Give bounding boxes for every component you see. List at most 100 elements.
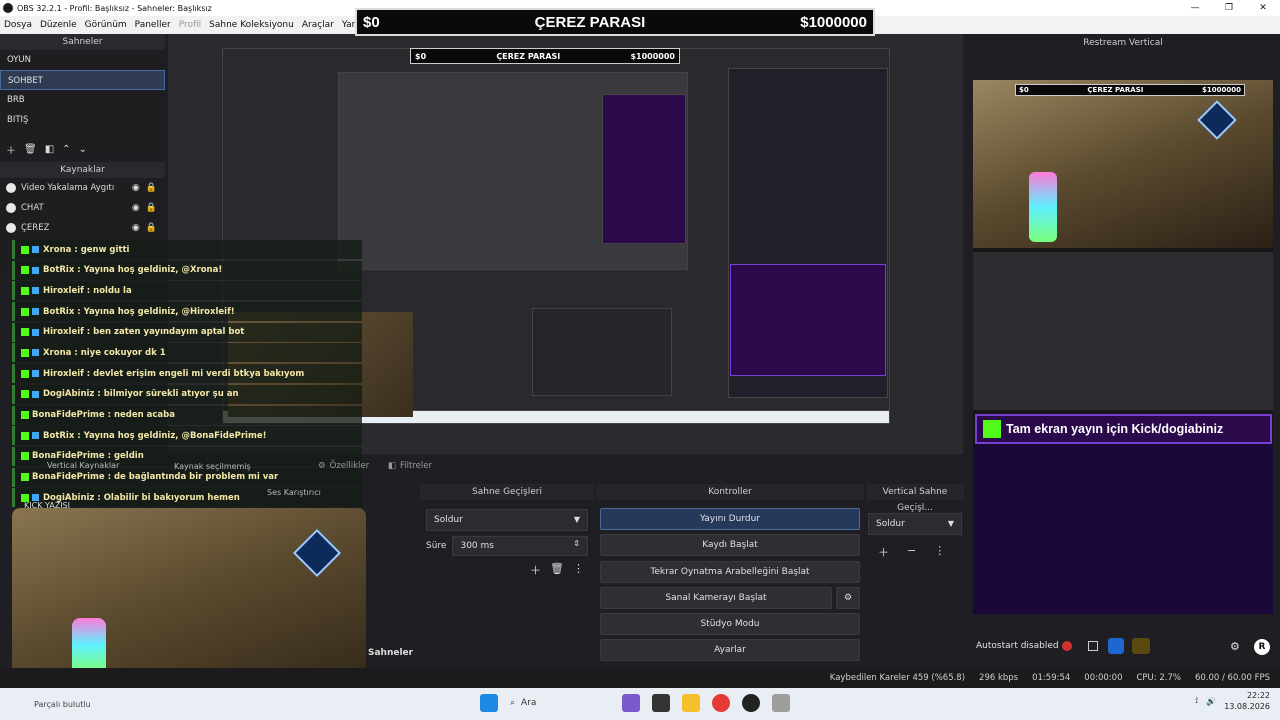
chat-text: BonaFidePrime : geldin	[32, 451, 144, 462]
controls-dock: Kontroller Yayını Durdur Kaydı Başlat Te…	[596, 484, 864, 664]
add-scene-icon[interactable]: ＋	[6, 142, 16, 157]
chat-message: Hiroxleif : ben zaten yayındayım aptal b…	[12, 322, 362, 342]
record-time: 00:00:00	[1084, 673, 1123, 683]
scene-item-oyun[interactable]: OYUN	[0, 50, 165, 70]
lock-icon[interactable]: 🔒	[146, 203, 157, 213]
visibility-eye-icon[interactable]: ◉	[132, 223, 140, 233]
add-vertical-transition-icon[interactable]: ＋	[878, 544, 889, 560]
chat-message: BotRix : Yayına hoş geldiniz, @Hiroxleif…	[12, 302, 362, 322]
move-down-icon[interactable]: ⌄	[79, 144, 87, 155]
stepper-icon[interactable]: ⇕	[573, 539, 580, 548]
transition-select[interactable]: Soldur ▼	[426, 509, 588, 531]
chevron-down-icon: ▼	[947, 519, 954, 528]
nested-overlay-center: ÇEREZ PARASI	[496, 51, 561, 61]
menu-sahne-koleksiyonu[interactable]: Sahne Koleksiyonu	[205, 20, 298, 30]
chat-message: BonaFidePrime : neden acaba	[12, 405, 362, 425]
menu-duzenle[interactable]: Düzenle	[36, 20, 81, 30]
minimize-button[interactable]: —	[1178, 3, 1212, 13]
vertical-title: Restream Vertical	[1083, 38, 1163, 48]
dropped-frames: Kaybedilen Kareler 459 (%65.8)	[829, 673, 966, 683]
lock-icon[interactable]: 🔒	[146, 183, 157, 193]
settings-button[interactable]: Ayarlar	[600, 639, 860, 662]
chat-text: BotRix : Yayına hoş geldiniz, @Hiroxleif…	[43, 306, 235, 317]
obs-window: OBS 32.2.1 - Profil: Başlıksız - Sahnele…	[0, 0, 1280, 720]
task-view-icon[interactable]	[652, 694, 670, 712]
remove-vertical-transition-icon[interactable]: −	[907, 544, 916, 560]
stop-stream-button[interactable]: Yayını Durdur	[600, 508, 860, 530]
clock[interactable]: 22:22 13.08.2026	[1224, 690, 1270, 712]
vertical-transition-selected: Soldur	[876, 519, 905, 529]
remove-scene-icon[interactable]: 🗑	[24, 144, 37, 155]
lock-icon[interactable]: 🔒	[146, 223, 157, 233]
remove-transition-icon[interactable]: 🗑	[550, 562, 564, 578]
folder-icon[interactable]	[1132, 638, 1150, 654]
network-icon[interactable]: ⟟	[1195, 696, 1198, 706]
camera-icon	[6, 183, 16, 193]
scene-item-brb[interactable]: BRB	[0, 90, 165, 110]
scene-item-bitis[interactable]: BITIŞ	[0, 110, 165, 130]
obs-taskbar-icon[interactable]	[742, 694, 760, 712]
scene-item-sohbet[interactable]: SOHBET	[0, 70, 165, 90]
menu-araclar[interactable]: Araçlar	[298, 20, 338, 30]
start-virtual-camera-button[interactable]: Sanal Kamerayı Başlat	[600, 586, 832, 609]
add-transition-icon[interactable]: ＋	[530, 562, 541, 578]
controls-title: Kontroller	[596, 484, 864, 500]
more-options-icon[interactable]: ⋮	[934, 544, 945, 560]
visibility-eye-icon[interactable]: ◉	[132, 203, 140, 213]
file-explorer-icon[interactable]	[682, 694, 700, 712]
nested-vertical-preview	[602, 94, 686, 244]
vertical-transitions-title: Vertical Sahne Geçişl...	[866, 484, 964, 513]
stop-icon[interactable]	[1088, 641, 1098, 651]
gear-icon: ⚙	[318, 461, 326, 471]
nested-overlay-left: $0	[415, 51, 427, 61]
scene-filters-icon[interactable]: ◧	[45, 144, 54, 155]
vertical-overlay-right: $1000000	[1202, 86, 1241, 94]
cpu-usage: CPU: 2.7%	[1136, 673, 1181, 683]
menu-paneller[interactable]: Paneller	[131, 20, 175, 30]
move-up-icon[interactable]: ⌃	[62, 144, 70, 155]
maximize-button[interactable]: ❐	[1212, 3, 1246, 13]
transition-selected: Soldur	[434, 515, 463, 525]
menu-gorunum[interactable]: Görünüm	[81, 20, 131, 30]
volume-icon[interactable]: 🔊	[1206, 697, 1216, 706]
bot-badge-icon	[32, 266, 39, 274]
kick-badge-icon	[21, 431, 29, 440]
taskbar-search[interactable]: ⌕ Ara	[510, 698, 610, 708]
duration-input[interactable]: 300 ms ⇕	[452, 536, 588, 556]
more-options-icon[interactable]: ⋮	[573, 562, 584, 578]
kick-badge-icon	[21, 266, 29, 275]
dogiabiniz-logo	[292, 528, 342, 578]
menu-profil[interactable]: Profil	[175, 20, 205, 30]
chat-text: BonaFidePrime : de bağlantında bir probl…	[32, 472, 279, 483]
studio-mode-button[interactable]: Stüdyo Modu	[600, 613, 860, 636]
start-replay-buffer-button[interactable]: Tekrar Oynatma Arabelleğini Başlat	[600, 560, 860, 583]
close-button[interactable]: ✕	[1246, 3, 1280, 13]
widgets-icon[interactable]	[622, 694, 640, 712]
restream-icon[interactable]	[1108, 638, 1124, 654]
menu-dosya[interactable]: Dosya	[0, 20, 36, 30]
chat-text: Xrona : genw gitti	[43, 244, 130, 255]
chrome-icon[interactable]	[712, 694, 730, 712]
properties-button[interactable]: ⚙ Özellikler	[318, 461, 369, 471]
kick-badge-icon	[21, 245, 29, 254]
record-icon[interactable]	[1062, 641, 1072, 651]
app-icon[interactable]	[772, 694, 790, 712]
windows-start-icon[interactable]	[480, 694, 498, 712]
virtual-camera-settings-icon[interactable]: ⚙	[836, 586, 860, 609]
source-item[interactable]: ÇEREZ ◉ 🔒	[0, 218, 165, 238]
visibility-eye-icon[interactable]: ◉	[132, 183, 140, 193]
browser-source-icon	[6, 203, 16, 213]
r-button[interactable]: R	[1254, 639, 1270, 655]
vertical-transition-select[interactable]: Soldur ▼	[868, 513, 962, 535]
filters-button[interactable]: ◧ Filtreler	[388, 461, 432, 471]
chat-message: Xrona : niye cokuyor dk 1	[12, 343, 362, 363]
vertical-preview[interactable]: $0 ÇEREZ PARASI $1000000	[973, 80, 1273, 614]
settings-gear-icon[interactable]: ⚙	[1230, 640, 1240, 653]
kick-banner-text: Tam ekran yayın için Kick/dogiabiniz	[1006, 422, 1224, 436]
chat-text: DogiAbiniz : bilmiyor sürekli atıyor şu …	[43, 389, 239, 400]
source-item[interactable]: Video Yakalama Aygıtı ◉ 🔒	[0, 178, 165, 198]
source-item[interactable]: CHAT ◉ 🔒	[0, 198, 165, 218]
source-label: Video Yakalama Aygıtı	[21, 183, 115, 193]
start-recording-button[interactable]: Kaydı Başlat	[600, 534, 860, 557]
scenes-dropdown-button[interactable]: Sahneler	[368, 648, 413, 658]
